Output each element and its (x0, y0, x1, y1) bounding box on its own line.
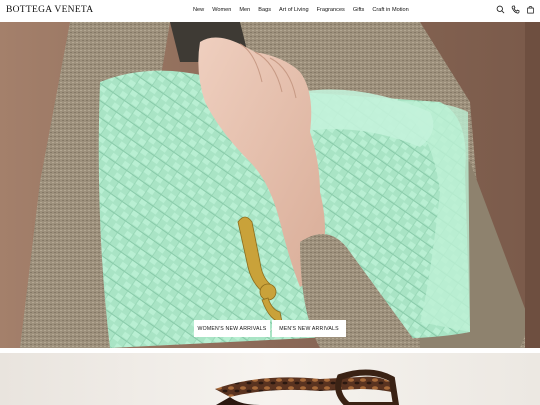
womens-new-arrivals-button[interactable]: WOMEN'S NEW ARRIVALS (194, 320, 270, 337)
site-header: BOTTEGA VENETA New Women Men Bags Art of Liv… (0, 0, 540, 22)
nav-item-fragrances[interactable]: Fragrances (317, 7, 345, 13)
sunglasses-image (0, 353, 540, 405)
hero-banner[interactable]: PRE-FALL 25 (0, 22, 540, 348)
header-icons (496, 5, 535, 14)
phone-icon[interactable] (511, 5, 520, 14)
nav-item-craft-in-motion[interactable]: Craft in Motion (372, 7, 408, 13)
bag-icon[interactable] (526, 5, 535, 14)
main-nav: New Women Men Bags Art of Living Fragrances Gi… (193, 7, 417, 13)
search-icon[interactable] (496, 5, 505, 14)
nav-item-gifts[interactable]: Gifts (353, 7, 365, 13)
brand-logo[interactable]: BOTTEGA VENETA (6, 5, 93, 15)
nav-item-women[interactable]: Women (212, 7, 231, 13)
nav-item-men[interactable]: Men (239, 7, 250, 13)
nav-item-new[interactable]: New (193, 7, 204, 13)
sunglasses-banner[interactable] (0, 353, 540, 405)
mens-new-arrivals-button[interactable]: MEN'S NEW ARRIVALS (272, 320, 346, 337)
nav-item-art-of-living[interactable]: Art of Living (279, 7, 309, 13)
nav-item-bags[interactable]: Bags (258, 7, 271, 13)
hero-image (0, 22, 540, 348)
